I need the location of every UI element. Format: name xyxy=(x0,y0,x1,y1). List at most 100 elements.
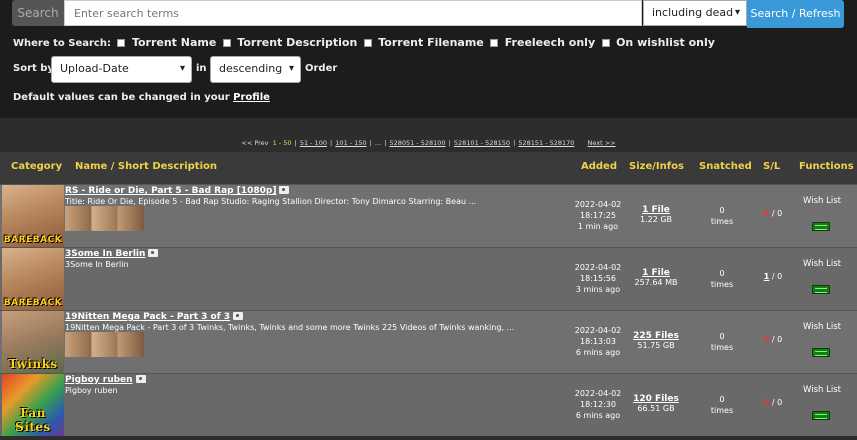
table-row: Twinks 19Nitten Mega Pack - Part 3 of 3 … xyxy=(0,310,857,373)
option-torrent-name: Torrent Name xyxy=(131,36,217,49)
checkbox-torrent-name[interactable] xyxy=(117,39,126,47)
files-link[interactable]: 225 Files xyxy=(633,331,679,341)
checkbox-on-wishlist-only[interactable] xyxy=(601,39,610,47)
size-cell: 225 Files 51.75 GB xyxy=(633,331,679,350)
profile-link[interactable]: Profile xyxy=(233,92,270,103)
leechers-count: 0 xyxy=(777,335,783,344)
sort-label: Sort by xyxy=(13,63,54,74)
wishlist-link[interactable]: Wish List xyxy=(796,322,848,332)
option-on-wishlist-only: On wishlist only xyxy=(616,36,715,49)
page-current: 1 - 50 xyxy=(272,139,292,147)
leechers-count: 0 xyxy=(777,209,783,218)
leechers-count: 0 xyxy=(777,398,783,407)
torrent-description: Pigboy ruben xyxy=(65,386,118,395)
table-row: Fan Sites Pigboy ruben Pigboy ruben 2022… xyxy=(0,373,857,436)
page-link[interactable]: 528151 - 528170 xyxy=(518,139,574,147)
category-icon-twinks[interactable]: Twinks xyxy=(2,311,64,373)
torrent-title-link[interactable]: RS - Ride or Die, Part 5 - Bad Rap [1080… xyxy=(65,186,290,196)
files-link[interactable]: 1 File xyxy=(642,205,670,215)
checkbox-torrent-description[interactable] xyxy=(222,39,231,47)
thumbnail-preview[interactable] xyxy=(65,332,144,357)
torrent-title-link[interactable]: Pigboy ruben xyxy=(65,375,146,385)
search-label: Search xyxy=(12,0,64,26)
wishlist-link[interactable]: Wish List xyxy=(796,259,848,269)
added-cell: 2022-04-02 18:17:25 1 min ago xyxy=(574,200,622,231)
sort-field-select[interactable]: Upload-Date ▾ xyxy=(51,56,192,83)
snatched-cell: 0 times xyxy=(710,395,734,415)
header-sl[interactable]: S/L xyxy=(763,161,780,172)
download-icon[interactable] xyxy=(812,285,830,294)
in-label: in xyxy=(196,63,207,74)
torrent-description: 3Some In Berlin xyxy=(65,260,129,269)
chevron-down-icon: ▾ xyxy=(288,63,294,74)
page-ellipsis: ... xyxy=(374,139,382,147)
checkbox-freeleech-only[interactable] xyxy=(490,39,499,47)
camera-icon[interactable] xyxy=(279,186,290,194)
snatched-cell: 0 times xyxy=(710,332,734,352)
seeders-leechers: 0 / 0 xyxy=(763,398,783,407)
added-cell: 2022-04-02 18:15:56 3 mins ago xyxy=(574,263,622,294)
option-freeleech-only: Freeleech only xyxy=(504,36,596,49)
header-size[interactable]: Size/Infos xyxy=(629,161,684,172)
header-category[interactable]: Category xyxy=(11,161,62,172)
files-link[interactable]: 120 Files xyxy=(633,394,679,404)
seeders-leechers: 0 / 0 xyxy=(763,209,783,218)
include-dead-select[interactable]: including dead ▾ xyxy=(643,0,747,26)
download-icon[interactable] xyxy=(812,222,830,231)
category-icon-fan-sites[interactable]: Fan Sites xyxy=(2,374,64,436)
category-icon-bareback[interactable]: BAREBACK xyxy=(2,248,64,310)
snatched-cell: 0 times xyxy=(710,206,734,226)
download-icon[interactable] xyxy=(812,411,830,420)
table-row: BAREBACK 3Some In Berlin 3Some In Berlin… xyxy=(0,247,857,310)
snatched-cell: 0 times xyxy=(710,269,734,289)
search-panel: Search including dead ▾ Search / Refresh… xyxy=(0,0,857,118)
camera-icon[interactable] xyxy=(148,249,159,257)
option-torrent-filename: Torrent Filename xyxy=(378,36,484,49)
chevron-down-icon: ▾ xyxy=(734,7,740,18)
header-name[interactable]: Name / Short Description xyxy=(75,161,217,172)
sort-order-value: descending xyxy=(219,62,283,75)
default-note-text: Default values can be changed in your xyxy=(13,92,230,103)
seeders-count[interactable]: 0 xyxy=(764,398,770,407)
thumbnail-preview[interactable] xyxy=(65,206,144,231)
seeders-leechers: 0 / 0 xyxy=(763,335,783,344)
page-link[interactable]: 528051 - 528100 xyxy=(389,139,445,147)
sort-order-select[interactable]: descending ▾ xyxy=(210,56,301,83)
files-link[interactable]: 1 File xyxy=(642,268,670,278)
search-input[interactable] xyxy=(64,0,642,26)
seeders-count[interactable]: 1 xyxy=(764,272,770,281)
torrent-title-link[interactable]: 19Nitten Mega Pack - Part 3 of 3 xyxy=(65,312,244,322)
category-icon-bareback[interactable]: BAREBACK xyxy=(2,185,64,247)
header-snatched[interactable]: Snatched xyxy=(699,161,752,172)
seeders-leechers: 1 / 0 xyxy=(763,272,783,281)
seeders-count[interactable]: 0 xyxy=(764,335,770,344)
next-link[interactable]: Next >> xyxy=(588,139,616,147)
pagination: << Prev 1 - 50 | 51 - 100 | 101 - 150 | … xyxy=(241,139,616,147)
seeders-count[interactable]: 0 xyxy=(764,209,770,218)
camera-icon[interactable] xyxy=(135,375,146,383)
category-label: Fan Sites xyxy=(15,406,51,434)
category-label: BAREBACK xyxy=(3,298,63,308)
prev-link[interactable]: << Prev xyxy=(241,139,268,147)
page-link[interactable]: 51 - 100 xyxy=(300,139,327,147)
torrent-title-link[interactable]: 3Some In Berlin xyxy=(65,249,159,259)
where-to-search: Where to Search: Torrent Name Torrent De… xyxy=(13,36,715,49)
checkbox-torrent-filename[interactable] xyxy=(363,39,372,47)
torrent-description: Title: Ride Or Die, Episode 5 - Bad Rap … xyxy=(65,197,477,206)
page-link[interactable]: 101 - 150 xyxy=(335,139,366,147)
wishlist-link[interactable]: Wish List xyxy=(796,196,848,206)
page-link[interactable]: 528101 - 528150 xyxy=(454,139,510,147)
download-icon[interactable] xyxy=(812,348,830,357)
category-label: Twinks xyxy=(8,357,58,371)
chevron-down-icon: ▾ xyxy=(179,63,185,74)
camera-icon[interactable] xyxy=(233,312,244,320)
search-refresh-button[interactable]: Search / Refresh xyxy=(747,0,844,28)
wishlist-link[interactable]: Wish List xyxy=(796,385,848,395)
table-row: BAREBACK RS - Ride or Die, Part 5 - Bad … xyxy=(0,184,857,247)
size-cell: 120 Files 66.51 GB xyxy=(633,394,679,413)
header-added[interactable]: Added xyxy=(581,161,617,172)
leechers-count: 0 xyxy=(777,272,783,281)
size-cell: 1 File 257.64 MB xyxy=(634,268,678,287)
size-cell: 1 File 1.22 GB xyxy=(639,205,673,224)
sort-field-value: Upload-Date xyxy=(60,62,129,75)
